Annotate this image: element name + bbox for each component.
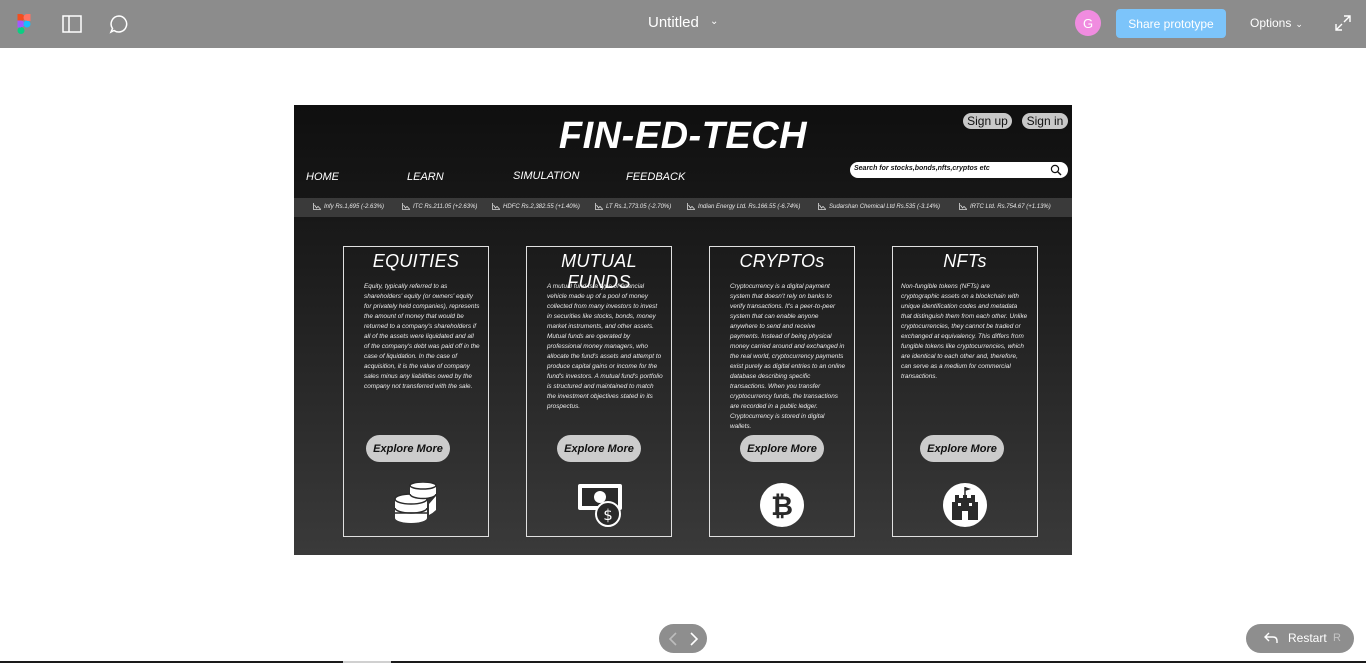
chart-icon	[959, 203, 967, 210]
svg-text:₿: ₿	[771, 491, 793, 522]
ticker-item: Infy Rs.1,695 (-2.63%)	[313, 203, 384, 210]
chart-icon	[818, 203, 826, 210]
comment-icon[interactable]	[107, 12, 131, 36]
card-nfts: NFTs Non-fungible tokens (NFTs) are cryp…	[892, 246, 1038, 537]
restart-icon	[1264, 632, 1278, 643]
chart-icon	[595, 203, 603, 210]
next-frame-icon[interactable]	[684, 629, 704, 649]
search-placeholder: Search for stocks,bonds,nfts,cryptos etc	[854, 165, 990, 172]
expand-icon[interactable]	[1334, 14, 1352, 32]
previous-frame-icon[interactable]	[663, 629, 683, 649]
share-prototype-button[interactable]: Share prototype	[1116, 9, 1226, 38]
brand-title: FIN-ED-TECH	[558, 115, 808, 157]
card-title: CRYPTOs	[739, 251, 825, 271]
chart-icon	[492, 203, 500, 210]
svg-text:$: $	[603, 506, 613, 524]
card-mutual-funds: MUTUAL FUNDS A mutual fund is a type of …	[526, 246, 672, 537]
figma-logo-icon[interactable]	[12, 12, 36, 36]
document-title[interactable]: Untitled	[648, 14, 699, 31]
card-cryptos: CRYPTOs Cryptocurrency is a digital paym…	[709, 246, 855, 537]
explore-more-button[interactable]: Explore More	[557, 435, 641, 462]
chart-icon	[313, 203, 321, 210]
ticker-item: LT Rs.1,773.05 (-2.70%)	[595, 203, 671, 210]
card-description: A mutual fund is a type of financial veh…	[547, 283, 663, 410]
chart-icon	[402, 203, 410, 210]
sign-up-button[interactable]: Sign up	[963, 113, 1012, 129]
explore-more-button[interactable]: Explore More	[740, 435, 824, 462]
card-equities: EQUITIES Equity, typically referred to a…	[343, 246, 489, 537]
coins-icon	[394, 482, 437, 523]
options-chevron-down-icon: ⌄	[1295, 19, 1303, 29]
card-title: EQUITIES	[372, 251, 460, 271]
card-description: Non-fungible tokens (NFTs) are cryptogra…	[901, 283, 1028, 380]
restart-button[interactable]: Restart R	[1246, 624, 1354, 653]
title-chevron-down-icon[interactable]: ⌄	[710, 16, 718, 27]
stock-ticker: Infy Rs.1,695 (-2.63%) ITC Rs.211.05 (+2…	[294, 198, 1072, 217]
ticker-item: Indian Energy Ltd. Rs.166.55 (-6.74%)	[687, 203, 800, 210]
prototype-frame: FIN-ED-TECH Sign up Sign in HOME LEARN S…	[294, 105, 1072, 555]
explore-more-button[interactable]: Explore More	[920, 435, 1004, 462]
ticker-item: HDFC Rs.2,382.55 (+1.40%)	[492, 203, 580, 210]
ticker-item: Sudarshan Chemical Ltd Rs.535 (-3.14%)	[818, 203, 940, 210]
sidebar-toggle-icon[interactable]	[60, 12, 84, 36]
sign-in-button[interactable]: Sign in	[1022, 113, 1068, 129]
options-label: Options	[1250, 16, 1292, 30]
explore-more-button[interactable]: Explore More	[366, 435, 450, 462]
card-description: Equity, typically referred to as shareho…	[364, 283, 480, 390]
ticker-item: ITC Rs.211.05 (+2.63%)	[402, 203, 477, 210]
nav-feedback[interactable]: FEEDBACK	[626, 171, 685, 183]
figma-toolbar: Untitled ⌄ G Share prototype Options ⌄	[0, 0, 1366, 48]
money-icon: $	[578, 484, 622, 527]
search-input[interactable]: Search for stocks,bonds,nfts,cryptos etc	[850, 162, 1068, 178]
card-description: Cryptocurrency is a digital payment syst…	[730, 283, 846, 430]
avatar[interactable]: G	[1075, 10, 1101, 36]
card-title: NFTs	[943, 251, 987, 271]
restart-shortcut: R	[1333, 632, 1341, 644]
ticker-item: IRTC Ltd. Rs.754.67 (+1.13%)	[959, 203, 1051, 210]
search-icon[interactable]	[1050, 164, 1062, 176]
bitcoin-icon: ₿	[760, 483, 804, 527]
nav-simulation[interactable]: SIMULATION	[513, 170, 579, 182]
prototype-navigation	[659, 624, 707, 653]
nav-learn[interactable]: LEARN	[407, 171, 444, 183]
chart-icon	[687, 203, 695, 210]
castle-icon	[943, 483, 987, 527]
options-menu[interactable]: Options ⌄	[1250, 16, 1303, 30]
nav-home[interactable]: HOME	[306, 171, 339, 183]
restart-label: Restart	[1288, 631, 1327, 645]
